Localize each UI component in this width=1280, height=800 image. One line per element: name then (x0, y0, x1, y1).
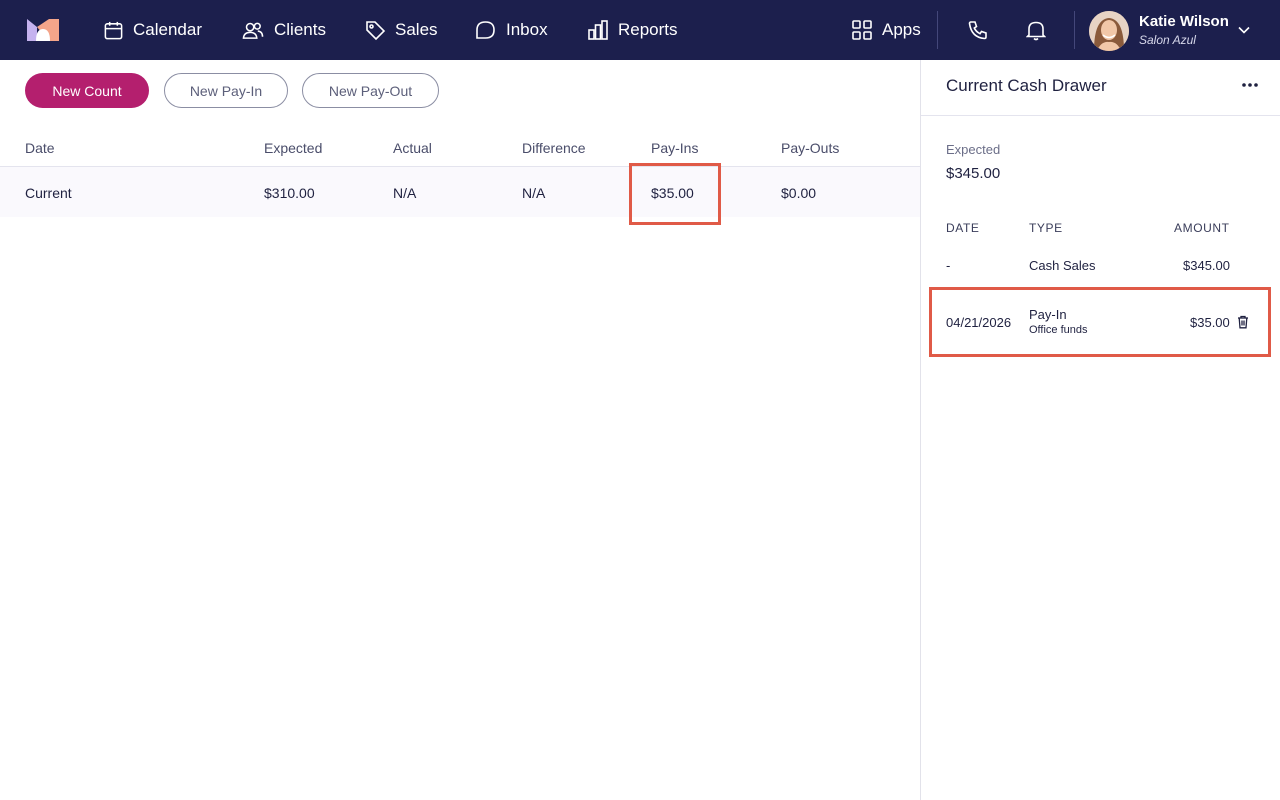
cell-difference: N/A (522, 185, 546, 201)
column-header-pay-ins[interactable]: Pay-Ins (651, 140, 698, 156)
expected-value: $345.00 (946, 165, 1001, 182)
nav-label: Clients (274, 20, 326, 39)
grid-icon (852, 20, 872, 40)
tag-icon (366, 21, 386, 41)
cell-date: Current (25, 185, 72, 201)
entry-amount: $345.00 (1183, 258, 1230, 273)
nav-label: Reports (618, 20, 678, 39)
highlight-box-pay-ins (629, 163, 721, 225)
nav-label: Inbox (506, 20, 548, 39)
nav-label: Calendar (133, 20, 202, 39)
entry-date: - (946, 258, 951, 273)
nav-apps[interactable]: Apps (851, 0, 921, 60)
nav-sales[interactable]: Sales (364, 0, 438, 60)
highlight-box-pay-in-entry (929, 287, 1271, 357)
cell-expected: $310.00 (264, 185, 315, 201)
more-horizontal-icon (1242, 83, 1258, 87)
expected-label: Expected (946, 142, 1001, 157)
column-header-expected[interactable]: Expected (264, 140, 322, 156)
nav-label: Sales (395, 20, 438, 39)
brand-logo-icon[interactable] (27, 19, 59, 41)
top-nav-bar: Calendar Clients Sales Inbox Reports App… (0, 0, 1280, 60)
column-header-difference[interactable]: Difference (522, 140, 586, 156)
new-pay-in-button[interactable]: New Pay-In (164, 73, 288, 108)
calendar-icon (104, 21, 123, 39)
cell-actual: N/A (393, 185, 417, 201)
nav-calendar[interactable]: Calendar (103, 0, 202, 60)
users-icon (242, 22, 264, 39)
bell-icon (1026, 21, 1046, 41)
new-count-button[interactable]: New Count (25, 73, 149, 108)
chat-bubble-icon (476, 21, 495, 39)
nav-inbox[interactable]: Inbox (474, 0, 548, 60)
nav-divider (1074, 11, 1075, 49)
panel-title: Current Cash Drawer (946, 76, 1107, 95)
nav-reports[interactable]: Reports (587, 0, 678, 60)
user-name[interactable]: Katie Wilson (1139, 13, 1229, 30)
phone-button[interactable] (966, 0, 990, 60)
drawer-column-amount: AMOUNT (1174, 221, 1230, 235)
avatar[interactable] (1089, 11, 1129, 51)
column-header-date[interactable]: Date (25, 140, 55, 156)
nav-label: Apps (882, 20, 921, 39)
nav-divider (937, 11, 938, 49)
drawer-column-date: DATE (946, 221, 980, 235)
new-pay-out-button[interactable]: New Pay-Out (302, 73, 439, 108)
more-options-button[interactable] (1238, 76, 1262, 94)
notifications-button[interactable] (1024, 0, 1048, 60)
bar-chart-icon (588, 20, 608, 40)
chevron-down-icon[interactable] (1236, 22, 1252, 38)
phone-icon (968, 21, 987, 40)
column-header-actual[interactable]: Actual (393, 140, 432, 156)
nav-clients[interactable]: Clients (241, 0, 326, 60)
cell-pay-outs: $0.00 (781, 185, 817, 201)
column-header-pay-outs[interactable]: Pay-Outs (781, 140, 839, 156)
entry-type: Cash Sales (1029, 258, 1096, 273)
drawer-column-type: TYPE (1029, 221, 1063, 235)
panel-divider (921, 115, 1280, 116)
business-name: Salon Azul (1139, 33, 1196, 47)
